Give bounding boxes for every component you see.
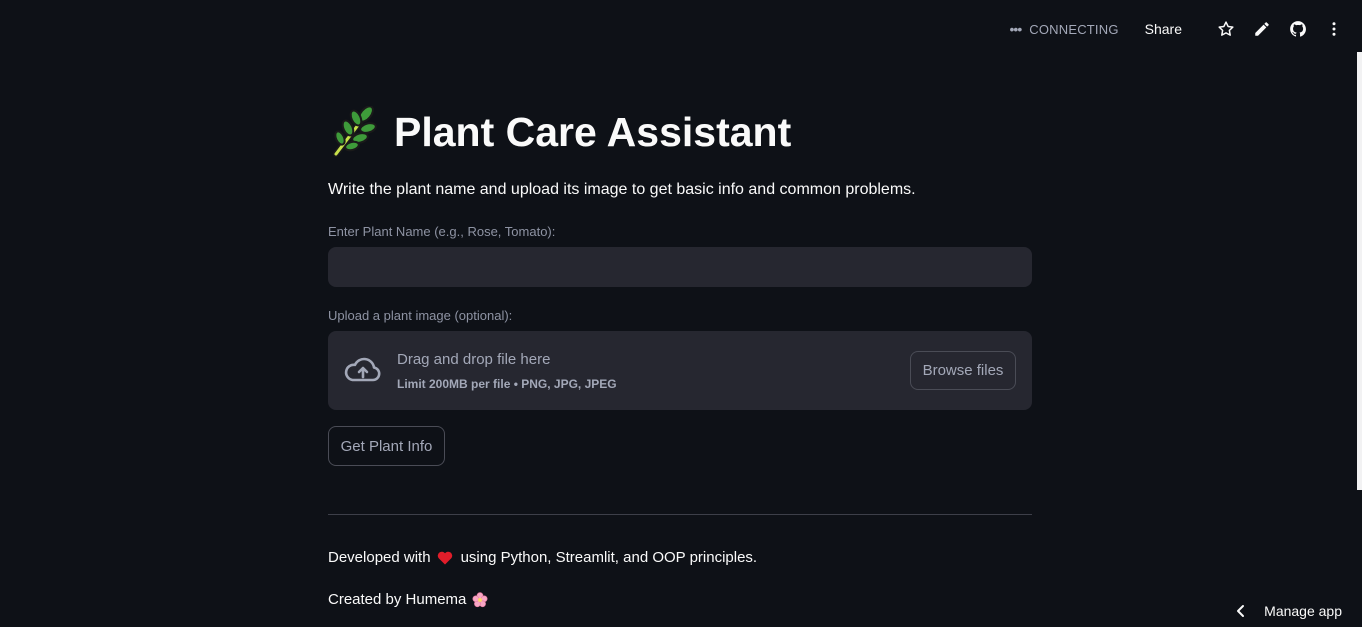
page-subtitle: Write the plant name and upload its imag… (328, 181, 916, 198)
cherry-blossom-icon (472, 591, 488, 607)
get-plant-info-button[interactable]: Get Plant Info (328, 426, 445, 466)
dropzone-limit: Limit 200MB per file • PNG, JPG, JPEG (397, 377, 617, 391)
status-dots-icon: ••• (1009, 21, 1023, 37)
share-button[interactable]: Share (1145, 21, 1182, 37)
app-page: ••• CONNECTING Share Plant Care Assistan… (0, 0, 1362, 627)
page-title: Plant Care Assistant (328, 106, 791, 158)
divider (328, 514, 1032, 515)
connection-status: ••• CONNECTING (1010, 21, 1119, 37)
star-icon[interactable] (1216, 19, 1236, 39)
browse-files-button[interactable]: Browse files (910, 351, 1016, 390)
github-icon[interactable] (1288, 19, 1308, 39)
developed-prefix: Developed with (328, 549, 431, 566)
top-toolbar: ••• CONNECTING Share (1010, 0, 1362, 58)
chevron-left-icon (1237, 605, 1245, 617)
upload-label: Upload a plant image (optional): (328, 308, 513, 323)
cloud-upload-icon (344, 357, 381, 382)
created-by-line: Created by Humema (328, 591, 496, 608)
herb-leaf-icon (333, 106, 377, 157)
heart-icon (437, 551, 452, 564)
more-vertical-icon[interactable] (1324, 19, 1344, 39)
developed-with-line: Developed with using Python, Streamlit, … (328, 549, 757, 566)
page-title-text: Plant Care Assistant (394, 108, 792, 155)
manage-app-label: Manage app (1264, 603, 1342, 619)
developed-suffix: using Python, Streamlit, and OOP princip… (460, 549, 758, 566)
manage-app-button[interactable]: Manage app (1234, 603, 1342, 619)
file-dropzone[interactable]: Drag and drop file here Limit 200MB per … (328, 331, 1032, 410)
status-text: CONNECTING (1029, 21, 1119, 37)
plant-name-label: Enter Plant Name (e.g., Rose, Tomato): (328, 224, 556, 239)
created-by-text: Created by Humema (328, 591, 467, 608)
dropzone-instructions: Drag and drop file here (397, 351, 551, 368)
scrollbar[interactable] (1357, 52, 1362, 490)
pencil-icon[interactable] (1252, 19, 1272, 39)
plant-name-input[interactable] (328, 247, 1032, 287)
